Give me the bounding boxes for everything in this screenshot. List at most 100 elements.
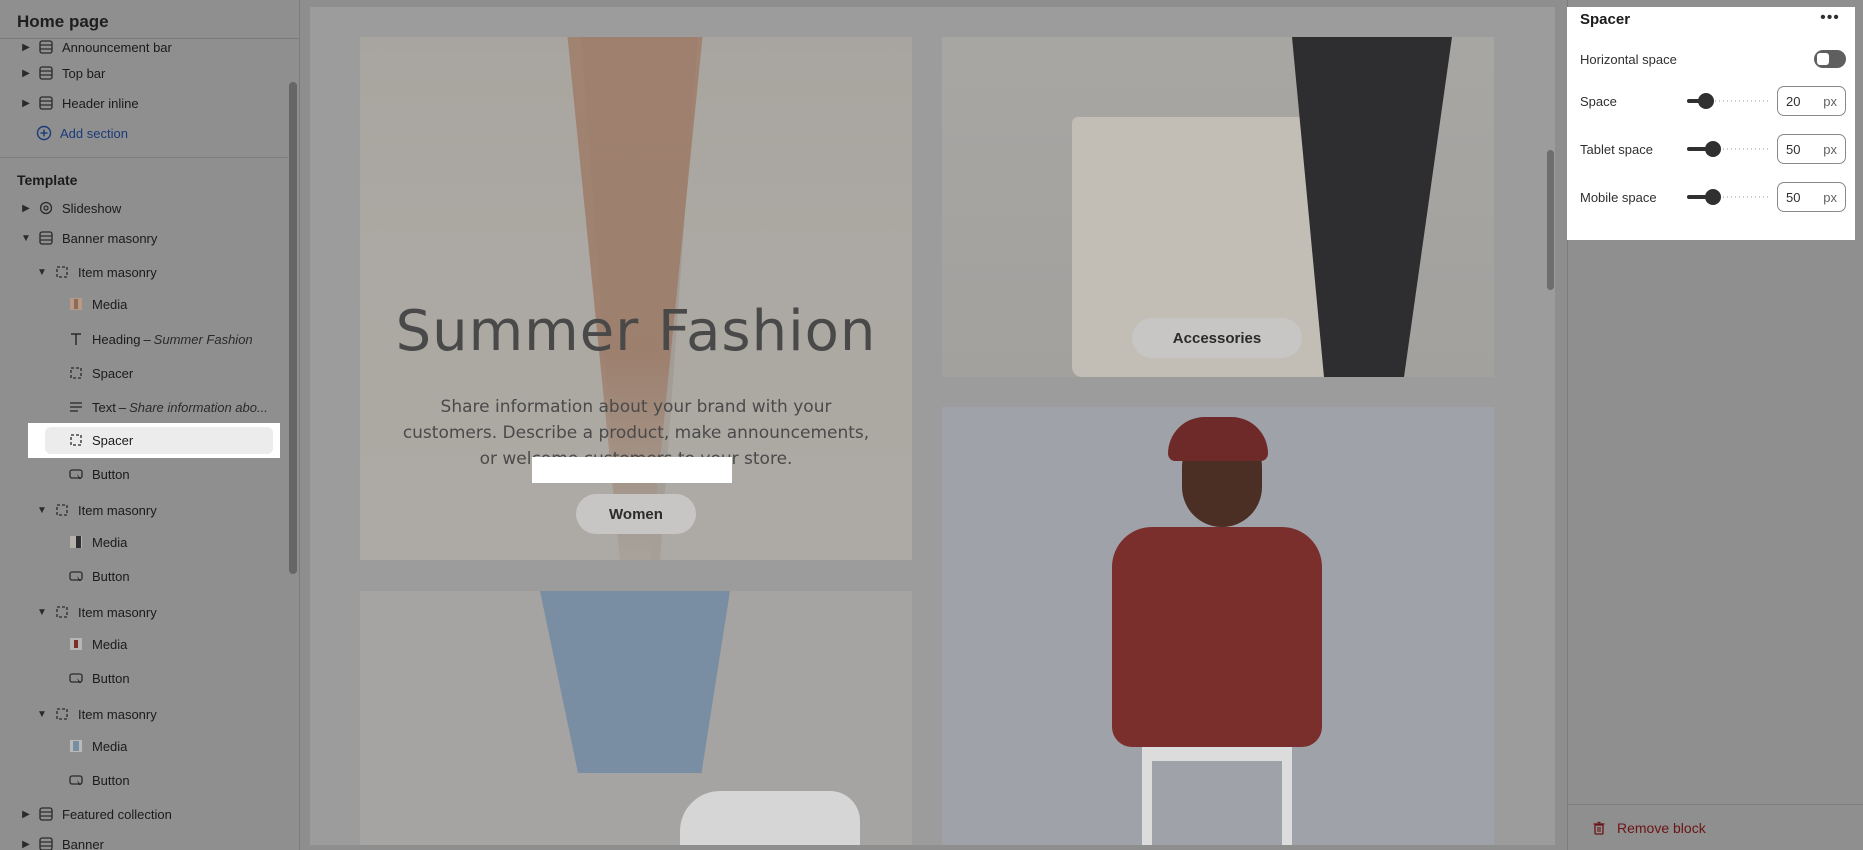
sidebar-item-label: Item masonry xyxy=(78,264,157,280)
block-icon xyxy=(54,264,70,280)
masonry-item-accessories[interactable]: Accessories xyxy=(942,37,1494,377)
sidebar-item-header-inline[interactable]: ▶ Header inline xyxy=(20,90,139,116)
chevron-down-icon: ▼ xyxy=(21,232,31,244)
button-icon xyxy=(68,670,84,686)
sidebar-item-label: Banner masonry xyxy=(62,230,158,246)
add-section-button[interactable]: Add section xyxy=(36,120,128,146)
sidebar-item-media[interactable]: Media xyxy=(68,733,127,759)
masonry-item-shoes[interactable] xyxy=(360,591,912,845)
paragraph-icon xyxy=(68,399,84,415)
sidebar-item-banner-masonry[interactable]: ▼ Banner masonry xyxy=(20,225,157,251)
slider-thumb[interactable] xyxy=(1698,93,1714,109)
mobile-space-value: 50 xyxy=(1786,189,1801,205)
sidebar-item-label: Item masonry xyxy=(78,706,157,722)
sidebar-item-announcement-bar[interactable]: ▶ Announcement bar xyxy=(20,39,172,60)
chevron-down-icon: ▼ xyxy=(37,504,47,516)
section-icon xyxy=(38,806,54,822)
sidebar-item-label: Slideshow xyxy=(62,200,122,216)
block-icon xyxy=(54,502,70,518)
remove-block-label: Remove block xyxy=(1617,820,1706,836)
sidebar-item-text[interactable]: Text – Share information abo... xyxy=(68,394,268,420)
sidebar-item-label: Heading xyxy=(92,331,141,347)
remove-block-button[interactable]: Remove block xyxy=(1591,820,1706,836)
sidebar-item-label: Announcement bar xyxy=(62,39,172,55)
sidebar-item-button[interactable]: Button xyxy=(68,767,130,793)
horizontal-space-toggle[interactable] xyxy=(1814,50,1846,68)
space-label: Space xyxy=(1580,94,1617,109)
slider-thumb[interactable] xyxy=(1705,141,1721,157)
sidebar-item-label: Header inline xyxy=(62,95,139,111)
chevron-down-icon: ▼ xyxy=(37,606,47,618)
space-value: 20 xyxy=(1786,93,1801,109)
chevron-right-icon: ▶ xyxy=(22,67,30,79)
sidebar-item-label: Item masonry xyxy=(78,502,157,518)
women-button[interactable]: Women xyxy=(576,494,696,534)
sidebar-scrollbar[interactable] xyxy=(289,82,297,574)
sidebar-item-label: Spacer xyxy=(92,432,134,448)
mobile-space-label: Mobile space xyxy=(1580,190,1657,205)
masonry-item-women[interactable]: Summer Fashion Share information about y… xyxy=(360,37,912,560)
sidebar-item-label: Button xyxy=(92,466,130,482)
sidebar-item-media[interactable]: Media xyxy=(68,291,127,317)
sidebar-item-item-masonry[interactable]: ▼ Item masonry xyxy=(36,497,157,523)
masonry-item-men[interactable] xyxy=(942,407,1494,845)
sidebar-item-heading[interactable]: Heading – Summer Fashion xyxy=(68,326,253,352)
button-icon xyxy=(68,772,84,788)
sidebar-item-label: Banner xyxy=(62,836,104,850)
sidebar-item-spacer[interactable]: Spacer xyxy=(68,360,133,386)
sidebar-item-label: Text xyxy=(92,399,116,415)
sidebar-item-button[interactable]: Button xyxy=(68,461,130,487)
mobile-space-slider[interactable] xyxy=(1687,189,1769,205)
sidebar-item-spacer-selected[interactable]: Spacer xyxy=(68,427,133,453)
preview-canvas: Summer Fashion Share information about y… xyxy=(310,7,1555,845)
sidebar-item-media[interactable]: Media xyxy=(68,529,127,555)
chevron-right-icon: ▶ xyxy=(22,808,30,820)
sidebar-item-media[interactable]: Media xyxy=(68,631,127,657)
template-heading: Template xyxy=(17,172,78,188)
footer-divider xyxy=(1567,804,1863,805)
section-icon xyxy=(38,95,54,111)
image-thumbnail-icon xyxy=(68,738,84,754)
sidebar-item-button[interactable]: Button xyxy=(68,665,130,691)
plus-circle-icon xyxy=(36,125,52,141)
page-title: Home page xyxy=(17,12,109,31)
image-stool xyxy=(1142,747,1292,845)
sidebar-item-label: Button xyxy=(92,568,130,584)
sidebar-item-item-masonry[interactable]: ▼ Item masonry xyxy=(36,701,157,727)
sidebar-item-label: Top bar xyxy=(62,65,106,81)
chevron-right-icon: ▶ xyxy=(22,41,30,53)
spacer-icon xyxy=(68,365,84,381)
chevron-right-icon: ▶ xyxy=(22,202,30,214)
chevron-down-icon: ▼ xyxy=(37,266,47,278)
preview-scrollbar[interactable] xyxy=(1547,150,1554,290)
image-shoe xyxy=(680,791,860,845)
image-thumbnail-icon xyxy=(68,636,84,652)
tablet-space-input[interactable]: 50 px xyxy=(1777,134,1846,164)
sidebar-item-label: Media xyxy=(92,296,128,312)
image-thumbnail-icon xyxy=(68,296,84,312)
section-icon xyxy=(38,230,54,246)
sidebar-item-slideshow[interactable]: ▶ Slideshow xyxy=(20,195,121,221)
space-input[interactable]: 20 px xyxy=(1777,86,1846,116)
chevron-down-icon: ▼ xyxy=(37,708,47,720)
section-icon xyxy=(38,39,54,55)
block-icon xyxy=(54,706,70,722)
accessories-button[interactable]: Accessories xyxy=(1132,318,1302,358)
space-slider[interactable] xyxy=(1687,93,1769,109)
sidebar-item-label: Button xyxy=(92,772,130,788)
tablet-space-slider[interactable] xyxy=(1687,141,1769,157)
settings-title: Spacer xyxy=(1580,11,1631,28)
sidebar-item-featured-collection[interactable]: ▶ Featured collection xyxy=(20,801,172,827)
sidebar-item-banner[interactable]: ▶ Banner xyxy=(20,831,104,850)
slider-thumb[interactable] xyxy=(1705,189,1721,205)
more-options-icon[interactable]: ••• xyxy=(1818,9,1842,29)
label-separator: – xyxy=(143,331,151,347)
slideshow-icon xyxy=(38,200,54,216)
button-icon xyxy=(68,466,84,482)
sidebar-item-item-masonry[interactable]: ▼ Item masonry xyxy=(36,599,157,625)
mobile-space-input[interactable]: 50 px xyxy=(1777,182,1846,212)
image-thumbnail-icon xyxy=(68,534,84,550)
sidebar-item-item-masonry[interactable]: ▼ Item masonry xyxy=(36,259,157,285)
sidebar-item-top-bar[interactable]: ▶ Top bar xyxy=(20,60,105,86)
sidebar-item-button[interactable]: Button xyxy=(68,563,130,589)
